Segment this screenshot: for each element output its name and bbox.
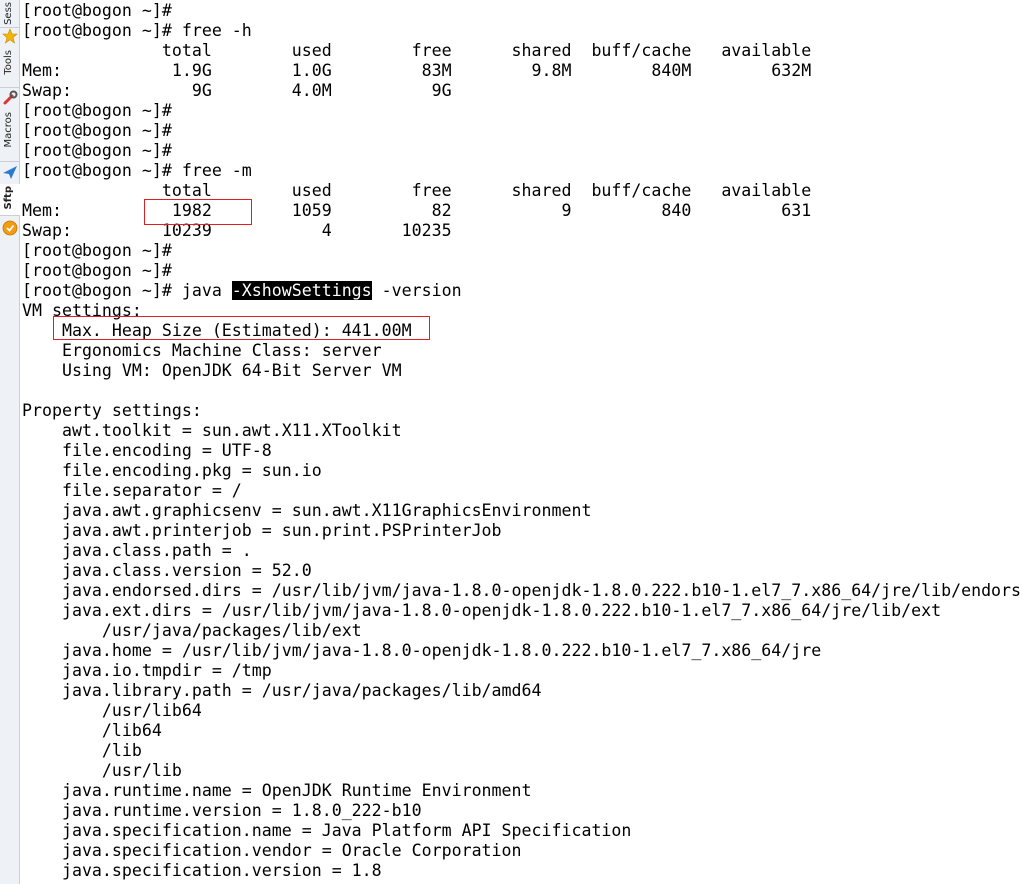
total-mem-highlight-box: [144, 199, 252, 225]
terminal-line: [root@bogon ~]#: [22, 141, 172, 160]
tab-macros[interactable]: Macros: [0, 110, 20, 162]
terminal-line: total used free shared buff/cache availa…: [22, 41, 812, 60]
max-heap-highlight-box: [53, 316, 430, 340]
terminal-line: java.runtime.version = 1.8.0_222-b10: [22, 801, 422, 820]
terminal-line: java.library.path = /usr/java/packages/l…: [22, 681, 542, 700]
session-sidebar: Sess Tools Macros Sftp: [0, 0, 20, 884]
tab-sessions-label: Sess: [3, 2, 14, 25]
terminal-line: java.runtime.name = OpenJDK Runtime Envi…: [22, 781, 532, 800]
terminal-line: Mem: 1982 1059 82 9 840 631: [22, 201, 812, 220]
terminal-line: file.encoding = UTF-8: [22, 441, 272, 460]
terminal-line: java.home = /usr/lib/jvm/java-1.8.0-open…: [22, 641, 822, 660]
terminal-line: java.specification.vendor = Oracle Corpo…: [22, 841, 522, 860]
terminal-output[interactable]: [root@bogon ~]# [root@bogon ~]# free -h …: [20, 0, 1022, 884]
terminal-line: java.specification.name = Java Platform …: [22, 821, 632, 840]
star-icon[interactable]: [2, 28, 18, 44]
tab-tools-label: Tools: [3, 50, 14, 75]
terminal-line: /lib: [22, 741, 142, 760]
terminal-line: Ergonomics Machine Class: server: [22, 341, 382, 360]
tab-macros-label: Macros: [3, 112, 14, 148]
terminal-line: awt.toolkit = sun.awt.X11.XToolkit: [22, 421, 402, 440]
terminal-line: file.encoding.pkg = sun.io: [22, 461, 322, 480]
terminal-line: /lib64: [22, 721, 162, 740]
tab-tools[interactable]: Tools: [0, 48, 20, 88]
java-command-rest: -version: [371, 281, 462, 300]
terminal-line: [root@bogon ~]#: [22, 241, 172, 260]
terminal-line: [root@bogon ~]# free -h: [22, 21, 252, 40]
terminal-line: /usr/java/packages/lib/ext: [22, 621, 362, 640]
tab-sftp[interactable]: Sftp: [0, 184, 20, 216]
terminal-line: Property settings:: [22, 401, 202, 420]
tab-sessions[interactable]: Sess: [0, 0, 20, 28]
terminal-line: Swap: 9G 4.0M 9G: [22, 81, 452, 100]
terminal-line: file.separator = /: [22, 481, 242, 500]
selected-flag[interactable]: -XshowSettings: [231, 281, 372, 300]
terminal-line: total used free shared buff/cache availa…: [22, 181, 812, 200]
java-command-prompt: [root@bogon ~]# java: [22, 281, 232, 300]
sftp-icon[interactable]: [2, 220, 18, 236]
terminal-line: java.awt.printerjob = sun.print.PSPrinte…: [22, 521, 502, 540]
terminal-line: [root@bogon ~]#: [22, 121, 172, 140]
terminal-line: java.awt.graphicsenv = sun.awt.X11Graphi…: [22, 501, 592, 520]
terminal-line: Mem: 1.9G 1.0G 83M 9.8M 840M 632M: [22, 61, 812, 80]
terminal-line: java.class.path = .: [22, 541, 252, 560]
terminal-line: Using VM: OpenJDK 64-Bit Server VM: [22, 361, 402, 380]
terminal-line: java.endorsed.dirs = /usr/lib/jvm/java-1…: [22, 581, 1022, 600]
terminal-line: [root@bogon ~]# free -m: [22, 161, 252, 180]
terminal-line: java.io.tmpdir = /tmp: [22, 661, 272, 680]
java-command-line: [root@bogon ~]# java -XshowSettings -ver…: [22, 281, 462, 301]
macros-icon[interactable]: [2, 164, 18, 180]
terminal-line: java.specification.version = 1.8: [22, 861, 382, 880]
terminal-line: java.ext.dirs = /usr/lib/jvm/java-1.8.0-…: [22, 601, 942, 620]
terminal-line: /usr/lib64: [22, 701, 202, 720]
terminal-line: [root@bogon ~]#: [22, 1, 172, 20]
terminal-line: /usr/lib: [22, 761, 182, 780]
terminal-line: [root@bogon ~]#: [22, 261, 172, 280]
terminal-line: [root@bogon ~]#: [22, 101, 172, 120]
tab-sftp-label: Sftp: [3, 186, 14, 210]
tools-icon[interactable]: [2, 90, 18, 106]
terminal-line: java.class.version = 52.0: [22, 561, 312, 580]
